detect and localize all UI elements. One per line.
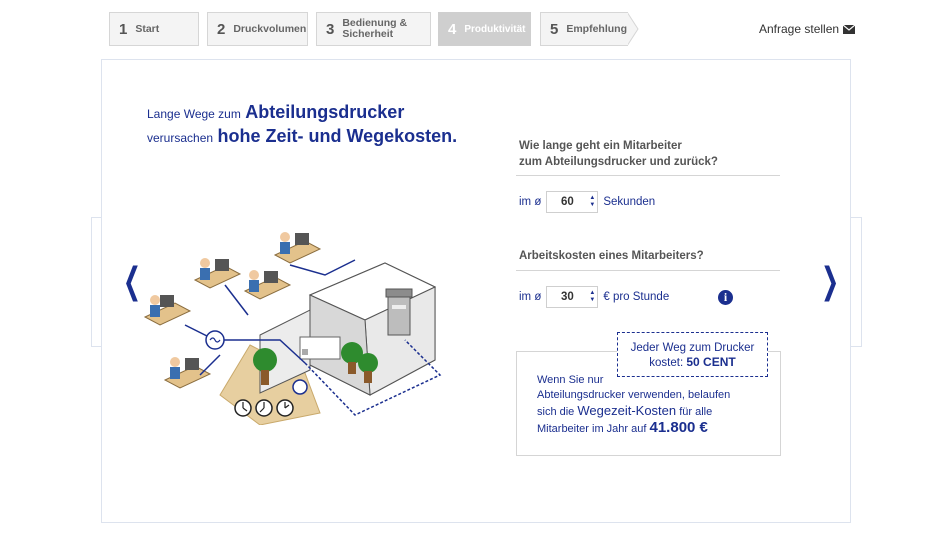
desk <box>243 270 292 300</box>
cost-per-walk-callout: Jeder Weg zum Drucker kostet: 50 CENT <box>617 332 768 377</box>
prev-arrow-button[interactable]: ❮ <box>123 262 141 302</box>
step-number: 4 <box>448 20 457 38</box>
path-line <box>199 354 221 376</box>
result-summary: Wenn Sie nur Abteilungsdrucker verwenden… <box>537 373 757 437</box>
question-labor-cost: Arbeitskosten eines Mitarbeiters? <box>519 250 704 262</box>
unit-label: Sekunden <box>603 196 656 208</box>
result-line: Wenn Sie nur <box>537 374 604 386</box>
callout-text: kostet: <box>649 357 684 369</box>
step-number: 3 <box>326 20 335 38</box>
step-produktivitaet[interactable]: 4 Produktivität <box>438 12 531 46</box>
walk-time-row: im ø 60 ▲ ▼ Sekunden <box>519 191 655 213</box>
headline-emphasis: hohe Zeit- und Wegekosten. <box>217 126 458 146</box>
stepper-buttons[interactable]: ▲ ▼ <box>587 290 597 304</box>
request-link[interactable]: Anfrage stellen <box>759 22 856 36</box>
stepper-down-icon[interactable]: ▼ <box>589 202 595 209</box>
headline-emphasis: Abteilungsdrucker <box>245 102 405 122</box>
desk <box>193 258 242 289</box>
plant-pot <box>348 362 356 374</box>
headline-text: verursachen <box>147 131 214 145</box>
clock-icons <box>234 399 294 417</box>
next-arrow-button[interactable]: ❯ <box>821 262 839 302</box>
stepper-buttons[interactable]: ▲ ▼ <box>587 195 597 209</box>
step-label: Druckvolumen <box>233 22 307 35</box>
info-icon[interactable]: i <box>718 290 733 305</box>
step-label: Bedienung & Sicherheit <box>342 17 408 40</box>
printer <box>387 292 411 336</box>
result-line: Mitarbeiter im Jahr auf <box>537 423 647 435</box>
headline-text: Lange Wege zum <box>147 107 241 121</box>
request-label: Anfrage stellen <box>759 22 840 36</box>
step-label: Empfehlung <box>566 22 628 35</box>
walk-time-stepper[interactable]: 60 ▲ ▼ <box>546 191 599 213</box>
stepper-up-icon[interactable]: ▲ <box>589 195 595 202</box>
step-number: 5 <box>550 20 559 38</box>
step-druckvolumen[interactable]: 2 Druckvolumen <box>207 12 308 46</box>
printer-tray <box>392 305 406 309</box>
kitchen-item <box>302 349 308 355</box>
labor-cost-row: im ø 30 ▲ ▼ € pro Stunde <box>519 286 669 308</box>
divider <box>516 270 780 271</box>
prefix-label: im ø <box>519 196 542 208</box>
plant <box>358 353 378 373</box>
step-number: 1 <box>119 20 128 38</box>
result-emphasis: Wegezeit-Kosten <box>577 403 677 418</box>
plant-pot <box>364 371 372 383</box>
desk <box>273 232 322 264</box>
page-headline: Lange Wege zum Abteilungsdrucker verursa… <box>147 102 457 150</box>
step-arrow-tip <box>627 12 639 46</box>
envelope-icon <box>843 24 856 34</box>
question-text: zum Abteilungsdrucker und zurück? <box>519 156 718 168</box>
office-illustration <box>143 232 442 425</box>
stepper-down-icon[interactable]: ▼ <box>589 297 595 304</box>
kitchen-cabinets <box>299 336 341 360</box>
unit-label: € pro Stunde <box>603 291 670 303</box>
question-text: Wie lange geht ein Mitarbeiter <box>519 140 682 152</box>
plant-pot <box>261 370 269 385</box>
prefix-label: im ø <box>519 291 542 303</box>
result-line: für alle <box>679 406 713 418</box>
plant <box>253 348 277 372</box>
callout-amount: 50 CENT <box>686 355 736 369</box>
path-marker <box>292 379 308 395</box>
step-number: 2 <box>217 20 226 38</box>
step-start[interactable]: 1 Start <box>109 12 199 46</box>
result-line: Abteilungsdrucker verwenden, belaufen <box>537 389 731 401</box>
step-label: Produktivität <box>464 23 526 35</box>
step-label: Start <box>135 22 160 35</box>
step-empfehlung[interactable]: 5 Empfehlung <box>540 12 628 46</box>
desk <box>143 295 192 326</box>
walk-time-value[interactable]: 60 <box>547 196 587 208</box>
path-line <box>289 259 356 276</box>
divider <box>516 175 780 176</box>
result-line: sich die <box>537 406 575 418</box>
labor-cost-stepper[interactable]: 30 ▲ ▼ <box>546 286 599 308</box>
result-amount: 41.800 € <box>649 419 708 436</box>
labor-cost-value[interactable]: 30 <box>547 291 587 303</box>
callout-text: Jeder Weg zum Drucker <box>630 342 755 354</box>
printer-top <box>385 288 413 298</box>
question-walk-time: Wie lange geht ein Mitarbeiter zum Abtei… <box>519 138 718 170</box>
path-line <box>224 284 249 316</box>
step-bedienung-sicherheit[interactable]: 3 Bedienung & Sicherheit <box>316 12 431 46</box>
stepper-up-icon[interactable]: ▲ <box>589 290 595 297</box>
